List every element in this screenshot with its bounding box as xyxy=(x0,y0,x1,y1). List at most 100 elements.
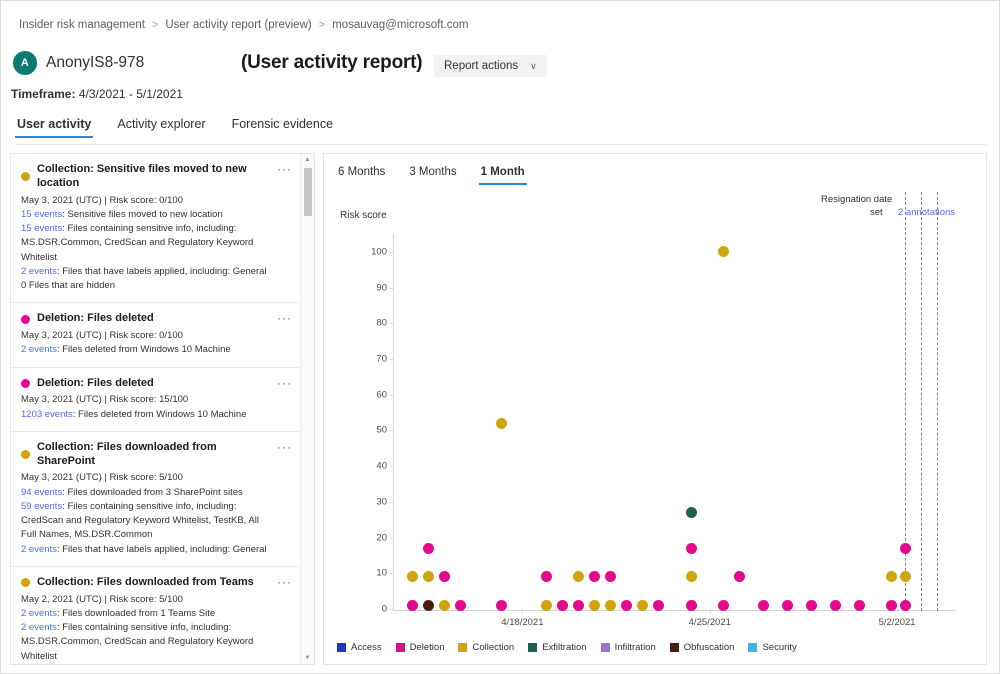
activity-list-scrollbar[interactable]: ▲ ▼ xyxy=(300,154,314,664)
event-count[interactable]: 15 events xyxy=(21,209,62,220)
timeframe-label: Timeframe: xyxy=(11,87,75,101)
breadcrumb-item-insider-risk-management[interactable]: Insider risk management xyxy=(19,19,145,31)
list-item-event: 94 events: Files downloaded from 3 Share… xyxy=(21,486,276,500)
event-count[interactable]: 2 events xyxy=(21,266,57,277)
tab-user-activity[interactable]: User activity xyxy=(15,113,93,138)
y-axis-tick-label: 50 xyxy=(376,425,387,436)
legend-swatch xyxy=(396,643,405,652)
event-count[interactable]: 2 events xyxy=(21,344,57,355)
list-item-meta: May 3, 2021 (UTC) | Risk score: 15/100 xyxy=(21,393,276,407)
legend-item[interactable]: Exfiltration xyxy=(528,642,586,653)
scatter-point[interactable] xyxy=(830,600,841,611)
scatter-point[interactable] xyxy=(423,571,434,582)
legend-item[interactable]: Security xyxy=(748,642,796,653)
scatter-point[interactable] xyxy=(423,543,434,554)
list-item-more-icon[interactable]: ··· xyxy=(277,163,292,175)
legend-item[interactable]: Collection xyxy=(458,642,514,653)
scatter-point[interactable] xyxy=(686,507,697,518)
list-item-more-icon[interactable]: ··· xyxy=(277,441,292,453)
report-actions-button[interactable]: Report actions ∨ xyxy=(434,55,547,77)
scroll-up-icon[interactable]: ▲ xyxy=(301,154,314,166)
list-item-more-icon[interactable]: ··· xyxy=(277,576,292,588)
x-axis-tick-mark xyxy=(897,609,898,613)
scatter-point[interactable] xyxy=(806,600,817,611)
scatter-point[interactable] xyxy=(686,571,697,582)
list-item-title: Deletion: Files deleted xyxy=(37,377,154,391)
legend-swatch xyxy=(670,643,679,652)
scatter-point[interactable] xyxy=(541,600,552,611)
list-item-event: 2 events: Files that have labels applied… xyxy=(21,265,276,279)
y-axis-tick-mark xyxy=(390,395,394,396)
event-count[interactable]: 2 events xyxy=(21,622,57,633)
breadcrumb-item-user-activity-report[interactable]: User activity report (preview) xyxy=(165,19,311,31)
scatter-point[interactable] xyxy=(605,571,616,582)
scatter-point[interactable] xyxy=(439,571,450,582)
list-item-title: Collection: Files downloaded from ShareP… xyxy=(37,441,276,469)
scatter-point[interactable] xyxy=(900,600,911,611)
scatter-point[interactable] xyxy=(758,600,769,611)
scatter-point[interactable] xyxy=(782,600,793,611)
scatter-point[interactable] xyxy=(573,571,584,582)
legend-swatch xyxy=(528,643,537,652)
legend-item[interactable]: Obfuscation xyxy=(670,642,735,653)
scatter-point[interactable] xyxy=(496,418,507,429)
legend-item[interactable]: Infiltration xyxy=(601,642,656,653)
list-item[interactable]: Deletion: Files deleted···May 3, 2021 (U… xyxy=(11,303,300,367)
scatter-point[interactable] xyxy=(718,246,729,257)
event-count[interactable]: 59 events xyxy=(21,501,62,512)
list-item-more-icon[interactable]: ··· xyxy=(277,312,292,324)
range-tab-6-months[interactable]: 6 Months xyxy=(336,163,387,185)
scatter-plot-area: 01020304050607080901004/18/20214/25/2021… xyxy=(394,234,956,609)
y-axis-tick-mark xyxy=(390,252,394,253)
list-item-more-icon[interactable]: ··· xyxy=(277,377,292,389)
scatter-point[interactable] xyxy=(734,571,745,582)
y-axis-tick-mark xyxy=(390,288,394,289)
y-axis-tick-mark xyxy=(390,573,394,574)
list-item[interactable]: Collection: Sensitive files moved to new… xyxy=(11,154,300,303)
category-dot-icon xyxy=(21,450,30,459)
x-axis-tick-mark xyxy=(710,609,711,613)
list-item[interactable]: Deletion: Files deleted ···May 3, 2021 (U… xyxy=(11,368,300,432)
event-count[interactable]: 2 events xyxy=(21,608,57,619)
event-count[interactable]: 2 events xyxy=(21,544,57,555)
scatter-point[interactable] xyxy=(407,571,418,582)
event-count[interactable]: 15 events xyxy=(21,223,62,234)
scatter-point[interactable] xyxy=(557,600,568,611)
scatter-point[interactable] xyxy=(496,600,507,611)
scatter-point[interactable] xyxy=(686,543,697,554)
scatter-point[interactable] xyxy=(900,543,911,554)
list-item[interactable]: Collection: Files downloaded from Teams·… xyxy=(11,567,300,664)
annotation-count-link[interactable]: 2 annotations xyxy=(898,207,955,218)
annotation-marker-line xyxy=(937,192,938,611)
timeframe: Timeframe: 4/3/2021 - 5/1/2021 xyxy=(11,87,183,101)
scatter-point[interactable] xyxy=(589,571,600,582)
range-tab-1-month[interactable]: 1 Month xyxy=(479,163,527,185)
event-count[interactable]: 1203 events xyxy=(21,409,73,420)
scatter-point[interactable] xyxy=(686,600,697,611)
tab-forensic-evidence[interactable]: Forensic evidence xyxy=(230,113,335,138)
y-axis-tick-label: 100 xyxy=(371,246,387,257)
annotation-resignation-line2: set xyxy=(870,207,883,218)
tab-activity-explorer[interactable]: Activity explorer xyxy=(115,113,207,138)
breadcrumb-separator-icon: > xyxy=(319,19,325,31)
scatter-point[interactable] xyxy=(718,600,729,611)
legend-swatch xyxy=(458,643,467,652)
scatter-point[interactable] xyxy=(900,571,911,582)
y-axis-tick-mark xyxy=(390,538,394,539)
legend-item[interactable]: Deletion xyxy=(396,642,445,653)
breadcrumb-item-user-email[interactable]: mosauvag@microsoft.com xyxy=(332,19,468,31)
range-tab-3-months[interactable]: 3 Months xyxy=(407,163,458,185)
list-item-title: Deletion: Files deleted xyxy=(37,312,154,326)
scrollbar-thumb[interactable] xyxy=(304,168,312,216)
event-count[interactable]: 94 events xyxy=(21,487,62,498)
list-item-header: Collection: Files downloaded from Teams xyxy=(21,576,276,590)
page-title: AnonyIS8-978 xyxy=(46,54,144,72)
scatter-point[interactable] xyxy=(541,571,552,582)
scroll-down-icon[interactable]: ▼ xyxy=(301,652,314,664)
scatter-point[interactable] xyxy=(886,571,897,582)
legend-item[interactable]: Access xyxy=(337,642,382,653)
breadcrumb: Insider risk management > User activity … xyxy=(19,19,468,31)
list-item[interactable]: Collection: Files downloaded from ShareP… xyxy=(11,432,300,567)
x-axis-tick-label: 4/18/2021 xyxy=(501,617,543,628)
list-item-meta: May 3, 2021 (UTC) | Risk score: 0/100 xyxy=(21,194,276,208)
